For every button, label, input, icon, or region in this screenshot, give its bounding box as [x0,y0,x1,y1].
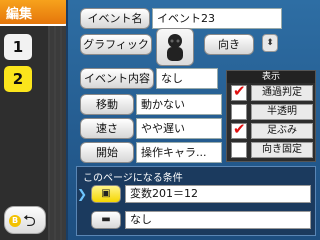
movement-value: 動かない [141,98,185,111]
option-label: 通過判定 [251,85,313,101]
header-title: 編集 [6,7,33,22]
conditions-title: このページになる条件 [83,173,183,184]
speed-label: 速さ [96,122,118,135]
event-name-field[interactable]: イベント23 [152,8,282,29]
condition-value: 変数201＝12 [130,187,198,200]
direction-dropdown[interactable]: ⬍ [262,34,278,52]
checkmark-icon: ✔ [233,82,246,100]
display-options-panel: 表示 ✔ 通過判定 半透明 ✔ 足ぶみ 向き固定 [226,70,316,162]
condition-field-2[interactable]: なし [125,211,311,229]
page-tab-2[interactable]: 2 [4,66,32,92]
option-label: 向き固定 [251,142,313,158]
dash-icon: ▬ [101,214,111,225]
edit-header: 編集 [0,0,74,26]
option-stepping[interactable]: ✔ 足ぶみ [231,120,313,140]
event-name-value: イベント23 [157,12,215,25]
condition-none-button[interactable]: ▬ [91,211,121,229]
option-translucent[interactable]: 半透明 [231,104,313,121]
chevron-down-icon: ⬍ [266,38,274,48]
checkbox[interactable] [231,104,247,120]
back-button[interactable]: B ⮌ [4,206,46,234]
checkbox[interactable] [231,142,247,158]
character-silhouette-icon [167,34,183,61]
movement-field[interactable]: 動かない [136,94,222,115]
selection-arrow-icon: ❯ [77,187,88,201]
event-content-field[interactable]: なし [156,68,218,89]
graphic-preview[interactable] [156,28,194,66]
speed-field[interactable]: やや遅い [136,118,222,139]
start-label: 開始 [96,146,118,159]
event-name-label: イベント名 [87,12,143,25]
movement-label: 移動 [96,98,118,111]
condition-value: なし [130,213,152,226]
event-content-button[interactable]: イベント内容 [80,68,154,89]
start-value: 操作キャラ... [141,146,207,159]
condition-variable-button[interactable]: ▣ [91,185,121,203]
movement-button[interactable]: 移動 [80,94,134,115]
speed-button[interactable]: 速さ [80,118,134,139]
checkbox[interactable]: ✔ [231,82,247,101]
page-conditions-panel: このページになる条件 ❯ ▣ 変数201＝12 ▬ なし [76,166,316,236]
page-tab-label: 1 [12,38,24,56]
start-button[interactable]: 開始 [80,142,134,163]
speed-value: やや遅い [141,122,185,135]
option-label: 半透明 [251,104,313,120]
event-name-button[interactable]: イベント名 [80,8,150,29]
option-pass-through[interactable]: ✔ 通過判定 [231,82,313,102]
option-label: 足ぶみ [251,123,313,139]
screen: 編集 1 2 B ⮌ イベント名 イベント23 グラフィック 向き ⬍ イベント… [0,0,320,240]
page-tab-label: 2 [12,70,24,88]
graphic-label: グラフィック [83,38,149,51]
page-tab-1[interactable]: 1 [4,34,32,60]
event-content-label: イベント内容 [84,72,150,85]
b-button-icon: B [9,215,21,227]
start-field[interactable]: 操作キャラ... [136,142,222,163]
checkmark-icon: ✔ [233,120,246,138]
direction-button[interactable]: 向き [204,34,254,55]
condition-field-1[interactable]: 変数201＝12 [125,185,311,203]
direction-label: 向き [218,38,240,51]
back-arrow-icon: ⮌ [23,211,36,230]
variable-icon: ▣ [101,188,111,199]
event-content-value: なし [161,72,183,85]
option-fixed-direction[interactable]: 向き固定 [231,142,313,159]
graphic-button[interactable]: グラフィック [80,34,152,55]
checkbox[interactable]: ✔ [231,120,247,139]
